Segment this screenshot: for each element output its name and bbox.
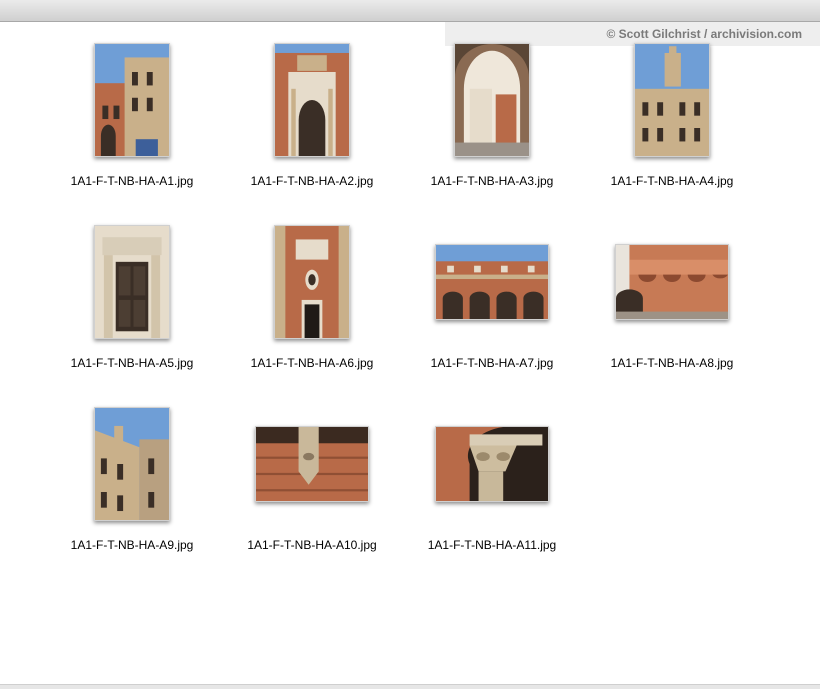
thumbnail[interactable] [615, 244, 729, 320]
thumbnail[interactable] [94, 43, 170, 157]
file-name: 1A1-F-T-NB-HA-A2.jpg [250, 174, 374, 188]
carved-bracket-icon [256, 427, 368, 501]
thumbnail[interactable] [274, 43, 350, 157]
thumbnail[interactable] [274, 225, 350, 339]
archway-icon [455, 44, 529, 156]
file-item[interactable]: 1A1-F-T-NB-HA-A1.jpg [42, 40, 222, 200]
file-name: 1A1-F-T-NB-HA-A4.jpg [610, 174, 734, 188]
file-name: 1A1-F-T-NB-HA-A3.jpg [430, 174, 554, 188]
ornate-portal-icon [275, 44, 349, 156]
file-name: 1A1-F-T-NB-HA-A8.jpg [610, 356, 734, 370]
brick-arcade-icon [616, 245, 728, 319]
file-name: 1A1-F-T-NB-HA-A9.jpg [70, 538, 194, 552]
thumbnail[interactable] [94, 225, 170, 339]
courtyard-facade-icon [95, 408, 169, 520]
file-name: 1A1-F-T-NB-HA-A6.jpg [250, 356, 374, 370]
thumbnail[interactable] [255, 426, 369, 502]
arcade-courtyard-icon [436, 245, 548, 319]
thumbnail[interactable] [435, 426, 549, 502]
thumbnail[interactable] [94, 407, 170, 521]
file-item[interactable]: 1A1-F-T-NB-HA-A7.jpg [402, 222, 582, 382]
file-name: 1A1-F-T-NB-HA-A1.jpg [70, 174, 194, 188]
file-grid: 1A1-F-T-NB-HA-A1.jpg 1A1-F-T-NB-HA-A2.jp… [0, 0, 820, 688]
thumbnail[interactable] [454, 43, 530, 157]
file-name: 1A1-F-T-NB-HA-A5.jpg [70, 356, 194, 370]
file-item[interactable]: 1A1-F-T-NB-HA-A2.jpg [222, 40, 402, 200]
file-item[interactable]: 1A1-F-T-NB-HA-A6.jpg [222, 222, 402, 382]
file-item[interactable]: 1A1-F-T-NB-HA-A3.jpg [402, 40, 582, 200]
file-name: 1A1-F-T-NB-HA-A11.jpg [427, 538, 557, 552]
doorway-icon [95, 226, 169, 338]
file-item[interactable]: 1A1-F-T-NB-HA-A4.jpg [582, 40, 762, 200]
file-item[interactable]: 1A1-F-T-NB-HA-A8.jpg [582, 222, 762, 382]
file-item[interactable]: 1A1-F-T-NB-HA-A9.jpg [42, 404, 222, 564]
file-name: 1A1-F-T-NB-HA-A7.jpg [430, 356, 554, 370]
file-name: 1A1-F-T-NB-HA-A10.jpg [247, 538, 377, 552]
tower-courtyard-icon [635, 44, 709, 156]
thumbnail[interactable] [435, 244, 549, 320]
file-item[interactable]: 1A1-F-T-NB-HA-A5.jpg [42, 222, 222, 382]
file-item[interactable]: 1A1-F-T-NB-HA-A10.jpg [222, 404, 402, 564]
file-item[interactable]: 1A1-F-T-NB-HA-A11.jpg [402, 404, 582, 564]
carved-capital-icon [436, 427, 548, 501]
window-wall-icon [275, 226, 349, 338]
thumbnail[interactable] [634, 43, 710, 157]
window-bottom-edge [0, 684, 820, 689]
building-facade-icon [95, 44, 169, 156]
